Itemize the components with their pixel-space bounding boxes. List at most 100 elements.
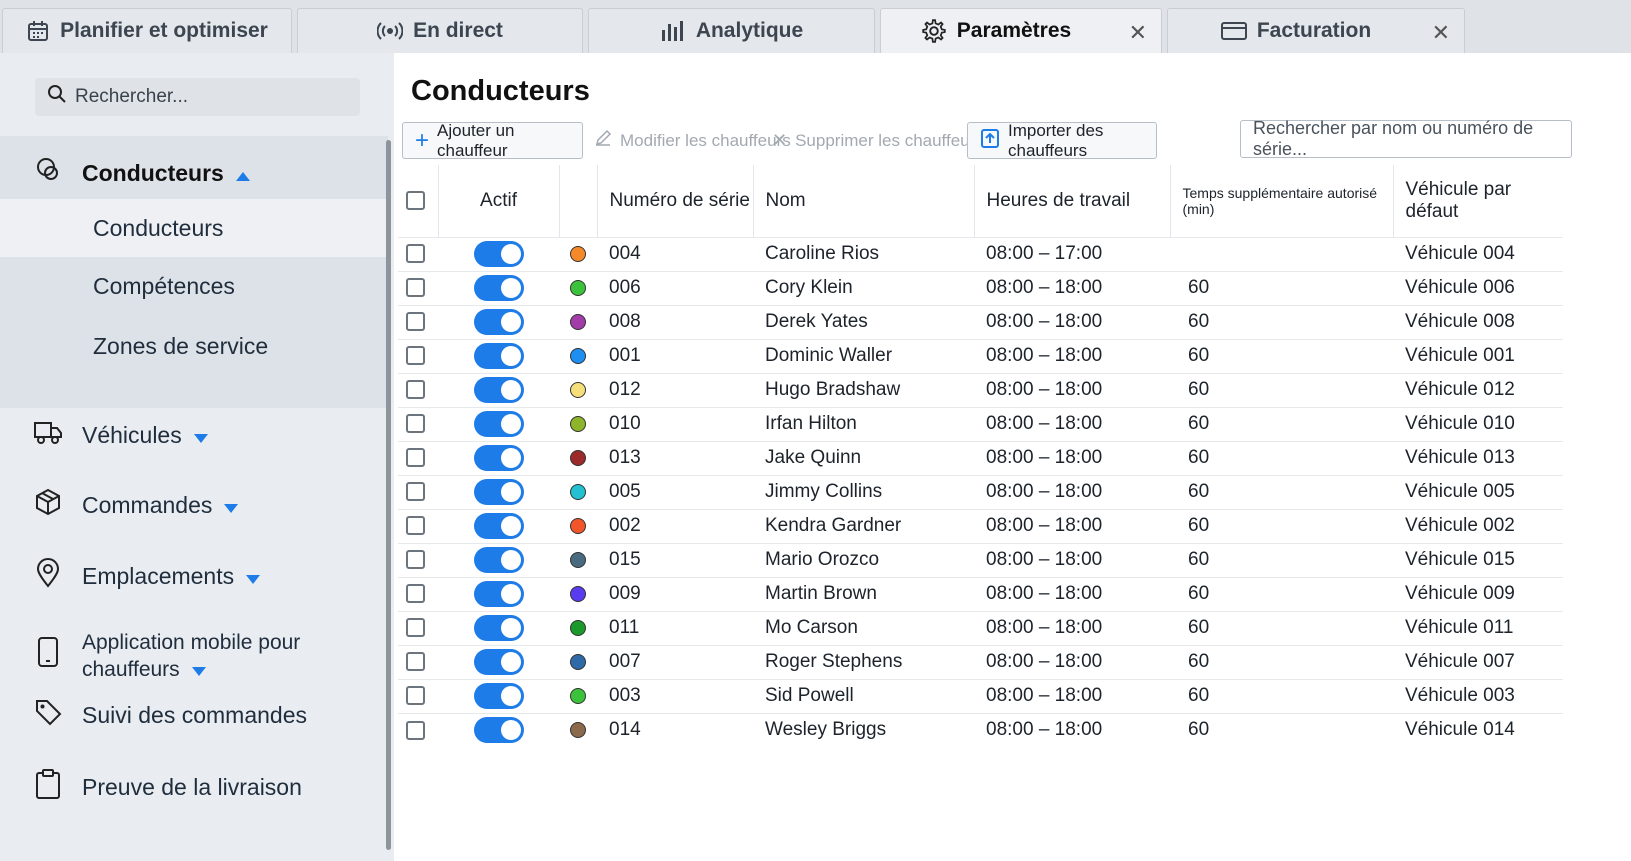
table-row[interactable]: 005 Jimmy Collins 08:00 – 18:00 60 Véhicule … xyxy=(398,474,1563,509)
active-toggle[interactable] xyxy=(473,547,524,573)
active-toggle[interactable] xyxy=(473,241,524,267)
column-header-actif[interactable]: Actif xyxy=(438,165,560,237)
row-checkbox[interactable] xyxy=(406,346,425,366)
row-checkbox[interactable] xyxy=(406,448,425,468)
sidebar-item-app-mobile[interactable]: Application mobile pour chauffeurs xyxy=(34,628,388,682)
row-checkbox[interactable] xyxy=(406,618,425,638)
table-row[interactable]: 008 Derek Yates 08:00 – 18:00 60 Véhicule 00… xyxy=(398,304,1563,339)
column-header-serial[interactable]: Numéro de série xyxy=(597,165,754,237)
active-toggle[interactable] xyxy=(473,513,524,539)
select-all-cell xyxy=(398,165,439,237)
row-checkbox[interactable] xyxy=(406,550,425,570)
tab-analytique[interactable]: Analytique xyxy=(588,8,875,53)
sidebar-subitem-competences[interactable]: Compétences xyxy=(0,257,388,315)
active-toggle[interactable] xyxy=(473,683,524,709)
active-toggle[interactable] xyxy=(473,615,524,641)
active-toggle[interactable] xyxy=(473,717,524,744)
driver-color-dot xyxy=(570,517,586,534)
sidebar-item-conducteurs[interactable]: Conducteurs xyxy=(34,156,250,190)
active-toggle[interactable] xyxy=(473,411,524,437)
sidebar-scrollbar[interactable] xyxy=(386,140,391,850)
table-row[interactable]: 006 Cory Klein 08:00 – 18:00 60 Véhicule 006 xyxy=(398,270,1563,305)
color-cell xyxy=(559,440,597,475)
table-row[interactable]: 007 Roger Stephens 08:00 – 18:00 60 Véhicule… xyxy=(398,644,1563,679)
active-toggle[interactable] xyxy=(473,343,524,369)
table-row[interactable]: 002 Kendra Gardner 08:00 – 18:00 60 Véhicule… xyxy=(398,508,1563,543)
row-select-cell xyxy=(398,474,438,509)
table-row[interactable]: 014 Wesley Briggs 08:00 – 18:00 60 Véhicule … xyxy=(398,712,1563,747)
row-checkbox[interactable] xyxy=(406,516,425,536)
hours-cell: 08:00 – 18:00 xyxy=(974,576,1170,611)
select-all-checkbox[interactable] xyxy=(406,191,425,211)
search-icon xyxy=(47,84,67,110)
sidebar: Rechercher... Conducteurs Conducteurs Co… xyxy=(0,53,391,861)
tab-parametres[interactable]: Paramètres ✕ xyxy=(880,8,1162,53)
sidebar-item-commandes[interactable]: Commandes xyxy=(34,488,239,522)
active-toggle[interactable] xyxy=(473,581,524,607)
column-header-name[interactable]: Nom xyxy=(753,165,975,237)
active-toggle[interactable] xyxy=(473,445,524,471)
table-row[interactable]: 015 Mario Orozco 08:00 – 18:00 60 Véhicule 0… xyxy=(398,542,1563,577)
active-cell xyxy=(438,338,559,373)
column-header-vehicle[interactable]: Véhicule par défaut xyxy=(1393,165,1563,237)
sidebar-item-suivi[interactable]: Suivi des commandes xyxy=(34,698,307,732)
row-checkbox[interactable] xyxy=(406,686,425,706)
row-checkbox[interactable] xyxy=(406,584,425,604)
row-checkbox[interactable] xyxy=(406,482,425,502)
table-row[interactable]: 013 Jake Quinn 08:00 – 18:00 60 Véhicule 013 xyxy=(398,440,1563,475)
delete-drivers-button[interactable]: ✕ Supprimer les chauffeurs xyxy=(760,122,996,159)
row-checkbox[interactable] xyxy=(406,414,425,434)
driver-color-dot xyxy=(570,483,586,500)
active-cell xyxy=(438,712,559,747)
column-header-overtime[interactable]: Temps supplémentaire autorisé (min) xyxy=(1170,165,1394,237)
column-header-hours[interactable]: Heures de travail xyxy=(974,165,1171,237)
active-toggle[interactable] xyxy=(473,309,524,335)
table-row[interactable]: 010 Irfan Hilton 08:00 – 18:00 60 Véhicule 0… xyxy=(398,406,1563,441)
broadcast-icon xyxy=(377,20,404,42)
active-toggle[interactable] xyxy=(473,377,524,403)
tab-label: Analytique xyxy=(695,19,804,42)
table-row[interactable]: 003 Sid Powell 08:00 – 18:00 60 Véhicule 003 xyxy=(398,678,1563,713)
import-drivers-button[interactable]: Importer des chauffeurs xyxy=(967,121,1157,160)
tab-facturation[interactable]: Facturation ✕ xyxy=(1167,8,1465,53)
overtime-cell: 60 xyxy=(1170,644,1393,679)
driver-color-dot xyxy=(570,415,586,432)
sidebar-search-input[interactable]: Rechercher... xyxy=(35,78,360,116)
sidebar-subitem-conducteurs[interactable]: Conducteurs xyxy=(0,199,388,257)
vehicle-cell: Véhicule 011 xyxy=(1393,610,1563,645)
active-toggle[interactable] xyxy=(473,649,524,675)
color-cell xyxy=(559,372,597,407)
active-toggle[interactable] xyxy=(473,275,524,301)
table-row[interactable]: 004 Caroline Rios 08:00 – 17:00 Véhicule 00… xyxy=(398,236,1563,271)
active-cell xyxy=(438,678,559,713)
row-checkbox[interactable] xyxy=(406,652,425,672)
table-row[interactable]: 012 Hugo Bradshaw 08:00 – 18:00 60 Véhicule … xyxy=(398,372,1563,407)
search-placeholder: Rechercher... xyxy=(75,86,188,107)
row-checkbox[interactable] xyxy=(406,244,425,264)
row-checkbox[interactable] xyxy=(406,312,425,332)
active-cell xyxy=(438,440,559,475)
close-icon[interactable]: ✕ xyxy=(1432,20,1450,46)
table-row[interactable]: 011 Mo Carson 08:00 – 18:00 60 Véhicule 011 xyxy=(398,610,1563,645)
tab-planifier[interactable]: Planifier et optimiser xyxy=(2,8,292,53)
close-icon[interactable]: ✕ xyxy=(1129,20,1147,46)
active-toggle[interactable] xyxy=(473,479,524,505)
sidebar-subitem-zones[interactable]: Zones de service xyxy=(0,317,388,375)
overtime-cell: 60 xyxy=(1170,474,1393,509)
sidebar-item-vehicules[interactable]: Véhicules xyxy=(34,419,208,451)
sidebar-item-label: Suivi des commandes xyxy=(82,701,307,728)
row-checkbox[interactable] xyxy=(406,380,425,400)
tab-strip: Planifier et optimiser En direct Analyti… xyxy=(0,0,1631,53)
row-select-cell xyxy=(398,644,438,679)
add-driver-button[interactable]: + Ajouter un chauffeur xyxy=(402,121,583,160)
table-row[interactable]: 001 Dominic Waller 08:00 – 18:00 60 Véhicule… xyxy=(398,338,1563,373)
tab-en-direct[interactable]: En direct xyxy=(297,8,583,53)
row-checkbox[interactable] xyxy=(406,720,425,740)
name-cell: Irfan Hilton xyxy=(753,406,974,441)
sidebar-item-preuve[interactable]: Preuve de la livraison xyxy=(34,768,302,806)
sidebar-item-emplacements[interactable]: Emplacements xyxy=(34,558,261,594)
table-row[interactable]: 009 Martin Brown 08:00 – 18:00 60 Véhicule 0… xyxy=(398,576,1563,611)
row-checkbox[interactable] xyxy=(406,278,425,298)
active-cell xyxy=(438,576,559,611)
driver-search-input[interactable]: Rechercher par nom ou numéro de série... xyxy=(1240,118,1572,159)
